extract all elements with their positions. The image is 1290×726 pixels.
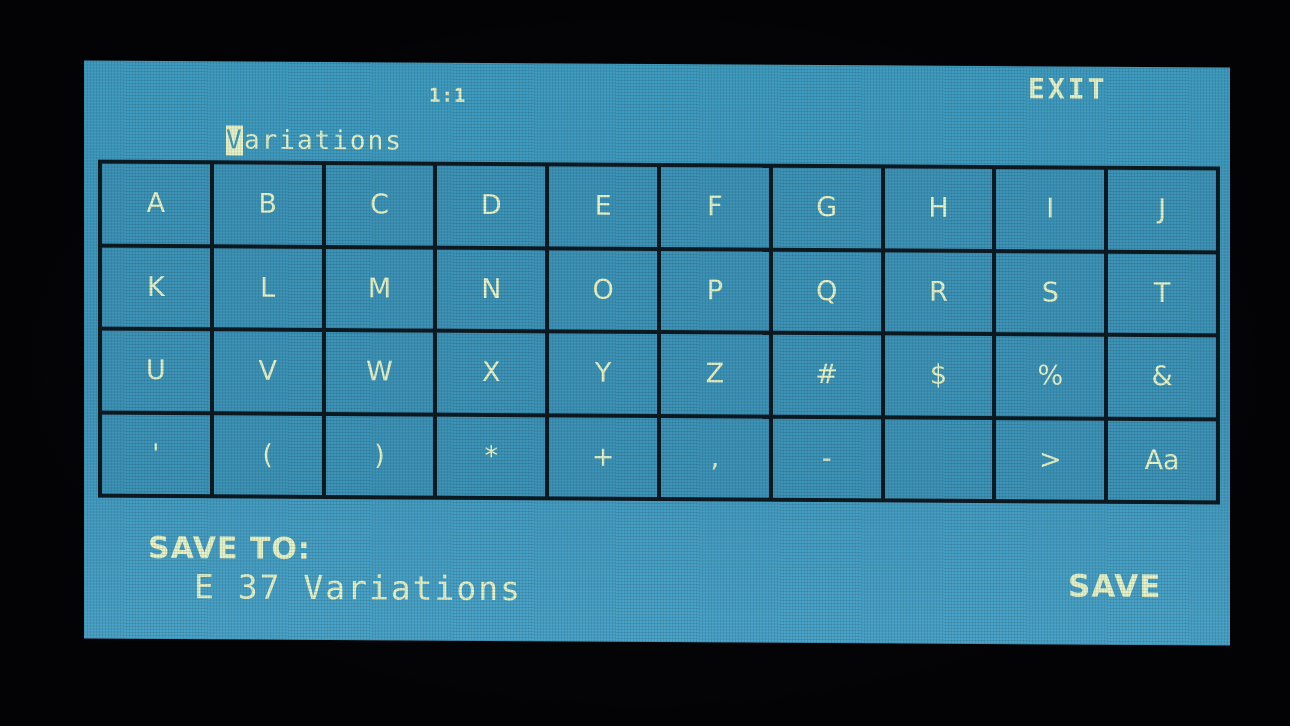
key[interactable]: ' [102, 414, 210, 495]
key-label: - [821, 442, 832, 474]
key[interactable]: D [437, 165, 546, 246]
name-input-text: ariations [244, 125, 403, 157]
key[interactable]: $ [884, 335, 993, 416]
key-label: ( [262, 439, 273, 471]
key[interactable]: * [437, 416, 546, 497]
key-label: Z [705, 358, 725, 390]
key-label: N [481, 273, 502, 305]
key[interactable]: F [661, 167, 769, 248]
key-label: > [1038, 444, 1062, 476]
slot-counter: 1:1 [429, 84, 467, 107]
key-label: Q [816, 275, 838, 307]
on-screen-keyboard: A B C D E F G H I J K L M N O P Q R S T U V W X Y Z # $% & ' () * +, - > Aa [98, 159, 1220, 505]
key[interactable]: B [213, 164, 322, 245]
key-label: R [929, 276, 948, 308]
key-label: I [1046, 193, 1055, 225]
key[interactable]: R [884, 251, 993, 333]
key-label: E [594, 190, 612, 222]
key-label: A [146, 188, 166, 220]
key-label: * [484, 440, 499, 472]
key-label: P [706, 275, 724, 307]
key-label: G [816, 192, 838, 224]
key[interactable]: X [437, 332, 546, 413]
key-label: H [928, 192, 949, 225]
exit-button[interactable]: EXIT [1028, 72, 1107, 105]
save-button[interactable]: SAVE [1068, 569, 1161, 606]
key[interactable]: A [102, 163, 210, 244]
key-label: # [815, 359, 838, 391]
key[interactable]: T [1108, 253, 1216, 334]
key-label: X [482, 357, 501, 389]
key-label: W [366, 356, 393, 388]
name-input[interactable]: Variations [226, 125, 403, 156]
key-label: $ [929, 359, 948, 392]
key[interactable]: , [661, 417, 769, 498]
key-label: & [1151, 361, 1173, 393]
key[interactable]: K [102, 247, 210, 328]
key-label: C [370, 189, 389, 221]
key[interactable]: ( [213, 414, 322, 495]
key-label: B [258, 188, 277, 220]
key[interactable]: - [772, 418, 881, 499]
key-label: J [1158, 194, 1167, 226]
key[interactable]: W [325, 331, 434, 413]
key[interactable]: J [1108, 169, 1216, 250]
key[interactable]: G [772, 167, 881, 248]
key-label: F [707, 191, 723, 223]
key-label: Aa [1144, 444, 1180, 476]
key[interactable]: I [996, 169, 1105, 250]
key[interactable]: P [661, 250, 769, 331]
key[interactable]: Q [772, 251, 881, 332]
key[interactable]: H [884, 168, 993, 249]
key-label: T [1153, 277, 1171, 309]
key[interactable]: U [102, 330, 210, 411]
key-label: Y [594, 357, 612, 389]
key-label: K [147, 271, 165, 303]
key[interactable]: Y [549, 333, 657, 414]
key-label: ' [152, 438, 160, 470]
key-label: + [591, 441, 615, 473]
key[interactable]: C [325, 164, 434, 246]
save-to-label: SAVE TO: [148, 530, 311, 567]
key[interactable]: V [213, 331, 322, 412]
key[interactable]: + [549, 416, 657, 497]
key[interactable]: M [325, 248, 434, 329]
key-label: ) [374, 440, 385, 472]
key[interactable]: Z [661, 334, 769, 415]
key[interactable]: % [996, 336, 1105, 417]
key-label: U [146, 355, 166, 387]
key-blank[interactable] [884, 418, 993, 500]
lcd-screen: 1:1 Variations EXIT A B C D E F G H I J K L M N O P Q R S T… [84, 60, 1230, 646]
key[interactable]: N [437, 249, 546, 330]
key-label: % [1037, 360, 1064, 392]
save-footer: SAVE TO: E 37 Variations SAVE [84, 500, 1230, 645]
key[interactable]: & [1108, 336, 1216, 417]
key[interactable]: O [549, 249, 657, 330]
title-row: 1:1 Variations EXIT [84, 60, 1230, 167]
key-label: S [1041, 277, 1059, 309]
key-label: , [710, 442, 720, 474]
key-label: D [480, 190, 502, 222]
key[interactable]: L [213, 247, 322, 328]
key-label: L [260, 272, 276, 304]
key[interactable]: E [549, 166, 657, 247]
key[interactable]: ) [325, 415, 434, 496]
key[interactable]: > [996, 419, 1105, 500]
save-destination: E 37 Variations [194, 567, 523, 609]
key[interactable]: S [996, 252, 1105, 333]
key-label: O [592, 274, 614, 306]
text-cursor: V [226, 125, 244, 156]
key-label: M [367, 272, 392, 305]
case-toggle-key[interactable]: Aa [1108, 420, 1216, 501]
key-label: V [258, 355, 277, 387]
key[interactable]: # [772, 334, 881, 415]
